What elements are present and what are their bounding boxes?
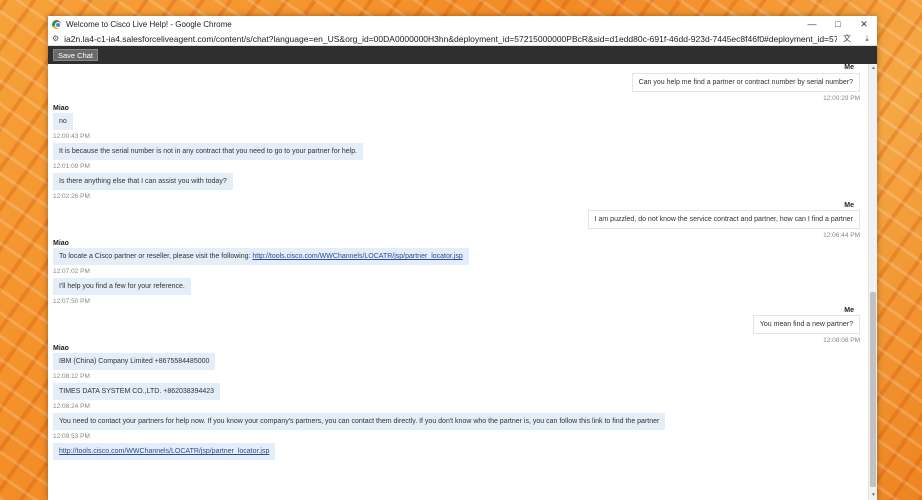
- partner-locator-link[interactable]: http://tools.cisco.com/WWChannels/LOCATR…: [59, 448, 269, 455]
- sender-name: Me: [844, 64, 854, 71]
- translate-icon[interactable]: 文: [837, 33, 857, 44]
- message-bubble: Can you help me find a partner or contra…: [631, 73, 860, 92]
- message-row: Is there anything else that I can assist…: [53, 173, 860, 200]
- minimize-icon[interactable]: —: [799, 16, 825, 32]
- message-row: http://tools.cisco.com/WWChannels/LOCATR…: [53, 443, 860, 460]
- message-bubble: Is there anything else that I can assist…: [53, 173, 233, 190]
- download-icon[interactable]: ⤓: [857, 34, 877, 44]
- message-bubble: You mean find a new partner?: [752, 315, 860, 334]
- message-time: 12:00:43 PM: [53, 133, 90, 140]
- scrollbar-thumb[interactable]: [870, 292, 876, 487]
- maximize-icon[interactable]: □: [825, 16, 851, 32]
- message-bubble: I'll help you find a few for your refere…: [53, 278, 191, 295]
- sender-name: Miao: [53, 240, 69, 247]
- message-time: 12:01:09 PM: [53, 163, 90, 170]
- message-time: 12:09:53 PM: [53, 433, 90, 440]
- sender-name: Miao: [53, 105, 69, 112]
- partner-locator-link[interactable]: http://tools.cisco.com/WWChannels/LOCATR…: [252, 253, 462, 260]
- message-bubble: You need to contact your partners for he…: [53, 413, 666, 430]
- sender-name: Miao: [53, 345, 69, 352]
- message-row: Miao IBM (China) Company Limited +867558…: [53, 345, 860, 380]
- message-bubble: To locate a Cisco partner or reseller, p…: [53, 248, 469, 265]
- browser-window: Welcome to Cisco Live Help! - Google Chr…: [48, 16, 877, 500]
- message-time: 12:08:08 PM: [823, 337, 860, 344]
- message-row: Miao To locate a Cisco partner or resell…: [53, 240, 860, 275]
- message-row: Me You mean find a new partner? 12:08:08…: [53, 307, 860, 344]
- message-text: To locate a Cisco partner or reseller, p…: [59, 253, 253, 260]
- message-row: TIMES DATA SYSTEM CO.,LTD. +862038394423…: [53, 383, 860, 410]
- sender-name: Me: [844, 307, 854, 314]
- chat-toolbar: Save Chat: [48, 46, 877, 64]
- save-chat-button[interactable]: Save Chat: [53, 49, 99, 61]
- message-time: 12:07:02 PM: [53, 268, 90, 275]
- message-bubble: TIMES DATA SYSTEM CO.,LTD. +862038394423: [53, 383, 221, 400]
- message-time: 12:00:29 PM: [823, 95, 860, 102]
- message-time: 12:02:26 PM: [53, 193, 90, 200]
- scroll-down-icon[interactable]: ▼: [869, 491, 877, 500]
- message-bubble: no: [53, 113, 73, 130]
- sender-name: Me: [844, 202, 854, 209]
- chrome-icon: [52, 19, 61, 29]
- message-row: Me Can you help me find a partner or con…: [53, 64, 860, 102]
- window-title: Welcome to Cisco Live Help! - Google Chr…: [66, 19, 232, 29]
- message-time: 12:06:44 PM: [823, 232, 860, 239]
- message-bubble: I am puzzled, do not know the service co…: [587, 210, 860, 229]
- site-settings-icon[interactable]: ⚙: [52, 34, 59, 43]
- message-time: 12:07:50 PM: [53, 298, 90, 305]
- chat-transcript: Me Can you help me find a partner or con…: [48, 64, 868, 500]
- message-bubble: It is because the serial number is not i…: [53, 143, 364, 160]
- title-bar: Welcome to Cisco Live Help! - Google Chr…: [48, 16, 877, 32]
- address-bar: ⚙ ia2n.la4-c1-ia4.salesforceliveagent.co…: [48, 32, 877, 46]
- message-row: It is because the serial number is not i…: [53, 143, 860, 170]
- message-row: Me I am puzzled, do not know the service…: [53, 202, 860, 239]
- close-icon[interactable]: ✕: [851, 16, 877, 32]
- message-bubble: IBM (China) Company Limited +86755844850…: [53, 353, 216, 370]
- url-field[interactable]: ia2n.la4-c1-ia4.salesforceliveagent.com/…: [64, 34, 837, 44]
- chat-scrollbar[interactable]: ▲ ▼: [868, 64, 877, 500]
- message-row: You need to contact your partners for he…: [53, 413, 860, 440]
- message-bubble: http://tools.cisco.com/WWChannels/LOCATR…: [53, 443, 276, 460]
- message-time: 12:08:12 PM: [53, 373, 90, 380]
- message-time: 12:08:24 PM: [53, 403, 90, 410]
- message-row: I'll help you find a few for your refere…: [53, 278, 860, 305]
- scroll-up-icon[interactable]: ▲: [869, 64, 877, 73]
- message-row: Miao no 12:00:43 PM: [53, 105, 860, 140]
